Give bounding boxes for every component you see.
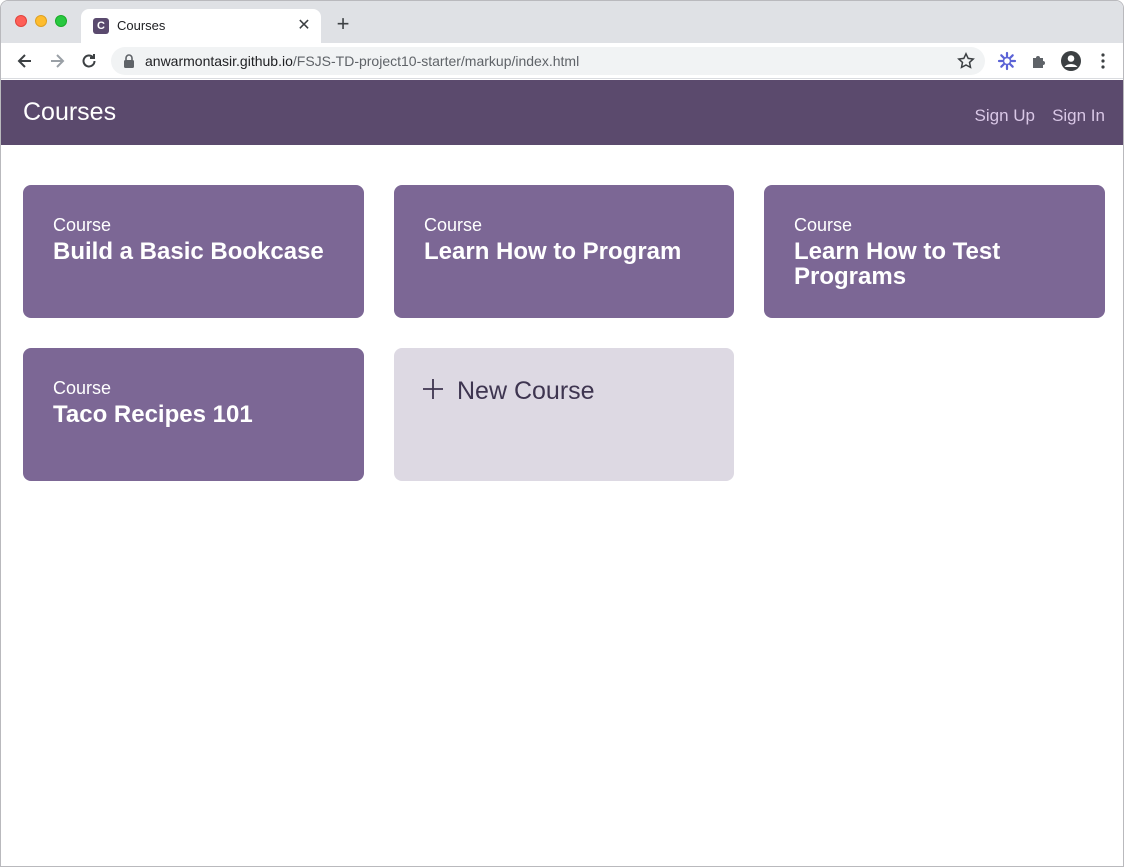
browser-tab[interactable]: C Courses ✕ — [81, 9, 321, 43]
app-title: Courses — [23, 98, 117, 126]
course-label: Course — [53, 378, 112, 398]
new-course-label: New Course — [457, 377, 595, 405]
course-card[interactable]: Course Taco Recipes 101 — [23, 348, 364, 481]
url-host: anwarmontasir.github.io — [145, 53, 293, 69]
course-card[interactable]: Course Learn How to Program — [394, 185, 734, 318]
course-label: Course — [794, 215, 853, 235]
course-title: Build a Basic Bookcase — [53, 238, 324, 265]
course-card[interactable]: Course Learn How to Test Programs — [764, 185, 1105, 318]
course-title: Taco Recipes 101 — [53, 401, 253, 428]
profile-avatar-icon[interactable] — [1060, 50, 1082, 72]
page-viewport: Courses Sign Up Sign In Course Build a B… — [1, 80, 1123, 866]
course-title: Learn How to Test Programs — [794, 238, 1001, 290]
tab-title: Courses — [117, 18, 166, 33]
browser-menu-icon[interactable] — [1092, 50, 1114, 72]
close-tab-icon[interactable]: ✕ — [295, 17, 313, 35]
course-label: Course — [53, 215, 112, 235]
minimize-window-button[interactable] — [35, 15, 47, 27]
sign-in-link[interactable]: Sign In — [1052, 106, 1105, 126]
extensions-puzzle-icon[interactable] — [1028, 50, 1050, 72]
close-window-button[interactable] — [15, 15, 27, 27]
sign-up-link[interactable]: Sign Up — [975, 106, 1035, 126]
course-card[interactable]: Course Build a Basic Bookcase — [23, 185, 364, 318]
extension-asterisk-icon[interactable] — [996, 50, 1018, 72]
favicon-icon: C — [93, 18, 109, 34]
bookmark-star-icon[interactable] — [957, 52, 975, 70]
back-arrow-icon[interactable] — [15, 51, 35, 71]
plus-icon — [423, 379, 443, 399]
course-title: Learn How to Program — [424, 238, 682, 265]
address-bar[interactable]: anwarmontasir.github.io/FSJS-TD-project1… — [111, 47, 985, 75]
course-label: Course — [424, 215, 483, 235]
url-path: /FSJS-TD-project10-starter/markup/index.… — [292, 53, 580, 69]
app-header: Courses Sign Up Sign In — [1, 80, 1123, 145]
lock-icon — [124, 54, 134, 68]
browser-window: C Courses ✕ + anwarmontasir.github.io/FS… — [0, 0, 1124, 867]
maximize-window-button[interactable] — [55, 15, 67, 27]
new-tab-button[interactable]: + — [333, 13, 353, 35]
tab-strip: C Courses ✕ + — [1, 1, 1123, 43]
browser-toolbar: anwarmontasir.github.io/FSJS-TD-project1… — [1, 43, 1123, 79]
reload-icon[interactable] — [79, 51, 99, 71]
new-course-card[interactable]: New Course — [394, 348, 734, 481]
url-text: anwarmontasir.github.io/FSJS-TD-project1… — [145, 53, 579, 69]
forward-arrow-icon[interactable] — [47, 51, 67, 71]
